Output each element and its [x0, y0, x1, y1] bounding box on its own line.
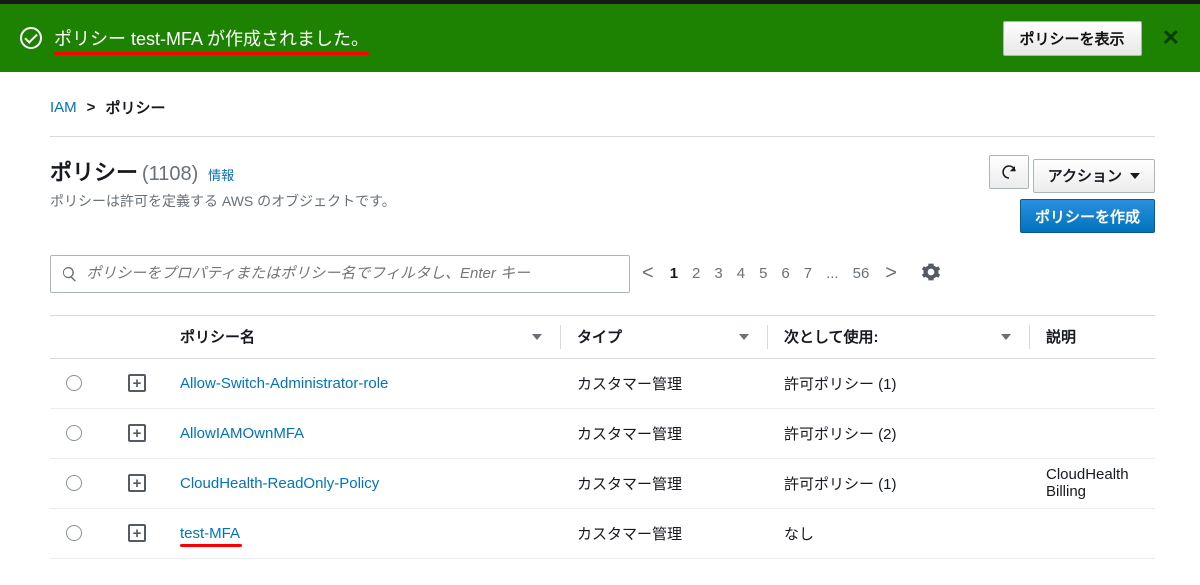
page-subtitle: ポリシーは許可を定義する AWS のオブジェクトです。: [50, 191, 396, 211]
caret-down-icon: [1130, 173, 1140, 179]
check-circle-icon: [20, 27, 42, 49]
policy-type: カスタマー管理: [577, 473, 767, 494]
create-policy-button[interactable]: ポリシーを作成: [1020, 199, 1155, 233]
col-header-name[interactable]: ポリシー名: [180, 326, 255, 347]
breadcrumb-current: ポリシー: [105, 97, 165, 118]
policy-used-as: 許可ポリシー (1): [784, 473, 1029, 494]
policy-used-as: なし: [784, 523, 1029, 544]
table-row: + AllowIAMOwnMFA カスタマー管理許可ポリシー (2): [50, 409, 1155, 459]
page-number[interactable]: ...: [826, 265, 839, 282]
search-input[interactable]: [86, 265, 619, 282]
page-number[interactable]: 1: [670, 265, 678, 282]
breadcrumb: IAM > ポリシー: [50, 97, 1155, 118]
col-header-desc[interactable]: 説明: [1046, 326, 1076, 347]
policy-used-as: 許可ポリシー (2): [784, 423, 1029, 444]
table-row: + Allow-Switch-Administrator-role カスタマー管理許…: [50, 359, 1155, 409]
page-number[interactable]: 7: [804, 265, 812, 282]
pagination: < 1234567...56>: [640, 262, 899, 285]
col-header-used[interactable]: 次として使用:: [784, 326, 879, 347]
page-number[interactable]: 56: [853, 265, 870, 282]
expand-button[interactable]: +: [128, 474, 146, 492]
expand-button[interactable]: +: [128, 374, 146, 392]
row-select-radio[interactable]: [66, 525, 82, 541]
success-banner: ポリシー test-MFA が作成されました。 ポリシーを表示 ✕: [0, 4, 1200, 72]
page-number[interactable]: 6: [781, 265, 789, 282]
gear-icon: [921, 262, 941, 282]
policy-type: カスタマー管理: [577, 423, 767, 444]
policy-count: (1108): [142, 163, 198, 185]
next-page-button[interactable]: >: [883, 262, 899, 285]
page-title: ポリシー: [50, 160, 138, 185]
prev-page-button[interactable]: <: [640, 262, 656, 285]
policy-name-link[interactable]: CloudHealth-ReadOnly-Policy: [180, 475, 379, 492]
actions-button-label: アクション: [1048, 165, 1122, 186]
policy-name-link[interactable]: AllowIAMOwnMFA: [180, 425, 304, 442]
banner-message: ポリシー test-MFA が作成されました。: [54, 25, 369, 51]
col-header-type[interactable]: タイプ: [577, 326, 622, 347]
expand-button[interactable]: +: [128, 524, 146, 542]
row-select-radio[interactable]: [66, 375, 82, 391]
sort-icon[interactable]: [1001, 334, 1011, 340]
policy-description: CloudHealth Billing: [1046, 466, 1155, 500]
refresh-button[interactable]: [989, 155, 1029, 189]
info-link[interactable]: 情報: [208, 168, 234, 183]
breadcrumb-root[interactable]: IAM: [50, 99, 77, 116]
policy-type: カスタマー管理: [577, 373, 767, 394]
table-header-row: ポリシー名 タイプ 次として使用: 説明: [50, 315, 1155, 359]
page-number[interactable]: 2: [692, 265, 700, 282]
policy-name-link[interactable]: Allow-Switch-Administrator-role: [180, 375, 388, 392]
policy-used-as: 許可ポリシー (1): [784, 373, 1029, 394]
actions-dropdown-button[interactable]: アクション: [1033, 159, 1155, 193]
expand-button[interactable]: +: [128, 424, 146, 442]
banner-message-text: ポリシー test-MFA が作成されました。: [54, 29, 369, 49]
search-icon: [61, 265, 78, 283]
sort-icon[interactable]: [532, 334, 542, 340]
refresh-icon: [1000, 163, 1018, 181]
annotation-underline: [54, 52, 369, 55]
settings-button[interactable]: [921, 262, 941, 285]
close-icon[interactable]: ✕: [1162, 25, 1180, 51]
chevron-right-icon: >: [87, 99, 96, 116]
search-box[interactable]: [50, 255, 630, 293]
policy-type: カスタマー管理: [577, 523, 767, 544]
page-number[interactable]: 5: [759, 265, 767, 282]
page-number[interactable]: 3: [714, 265, 722, 282]
table-row: + test-MFA カスタマー管理なし: [50, 509, 1155, 559]
table-row: + CloudHealth-ReadOnly-Policy カスタマー管理許可ポリシ…: [50, 459, 1155, 509]
page-number[interactable]: 4: [737, 265, 745, 282]
row-select-radio[interactable]: [66, 425, 82, 441]
view-policy-button[interactable]: ポリシーを表示: [1003, 21, 1142, 56]
row-select-radio[interactable]: [66, 475, 82, 491]
sort-icon[interactable]: [739, 334, 749, 340]
policy-name-link[interactable]: test-MFA: [180, 525, 240, 542]
